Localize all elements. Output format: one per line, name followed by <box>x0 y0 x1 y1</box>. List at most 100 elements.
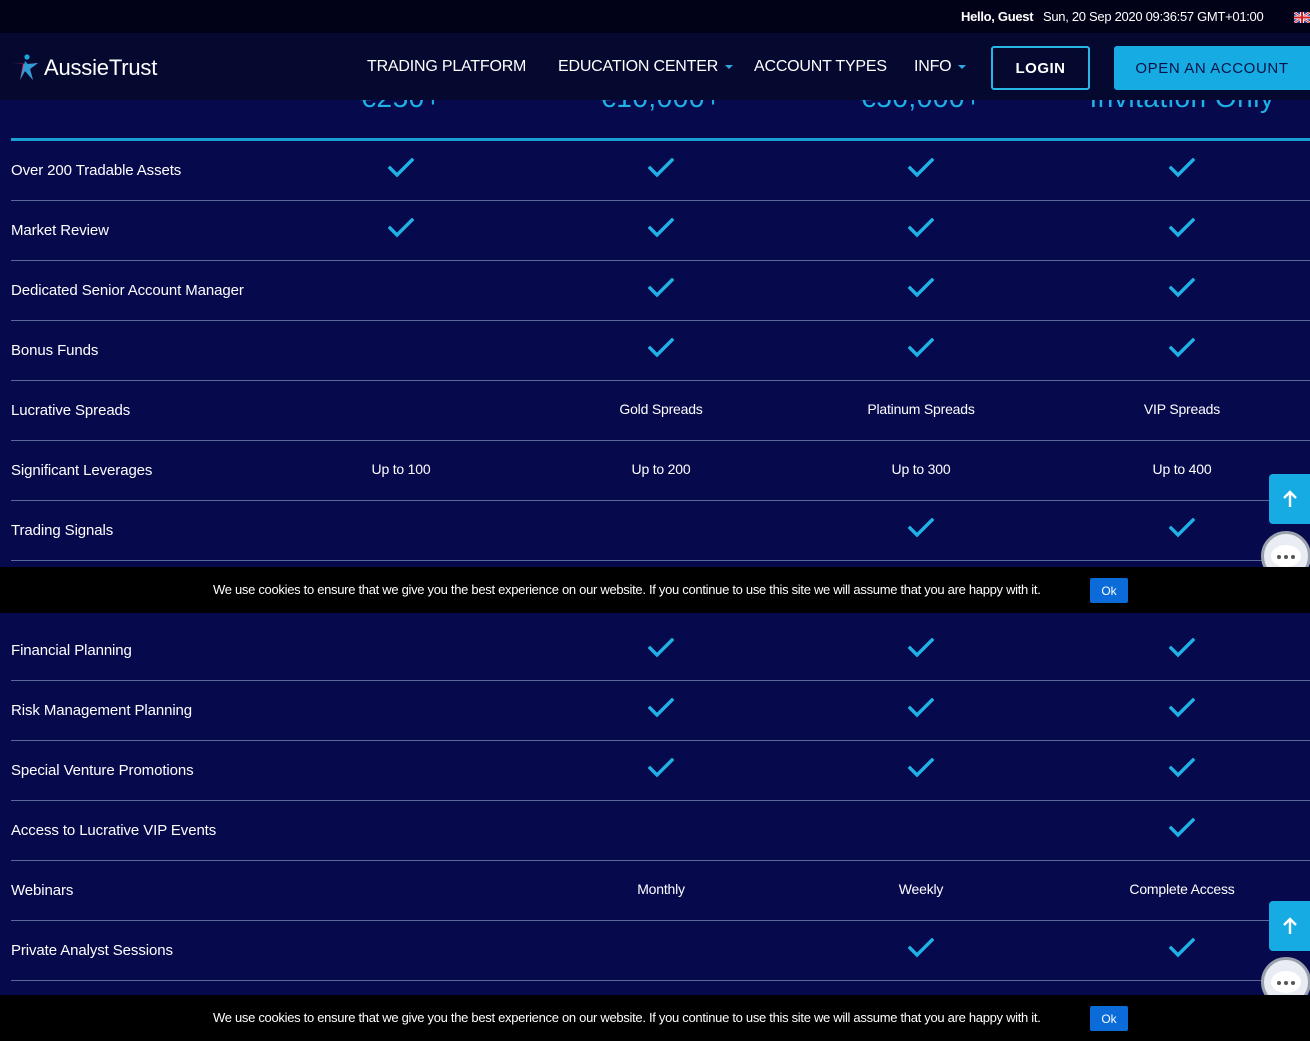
checkmark-icon <box>1169 277 1195 297</box>
nav-info-label: INFO <box>914 58 952 75</box>
cell-value: VIP Spreads <box>1143 401 1221 417</box>
feature-label: Private Analyst Sessions <box>11 942 173 959</box>
arrow-up-icon <box>1282 917 1297 934</box>
table-cell <box>271 321 531 380</box>
table-cell <box>531 741 791 800</box>
table-cell <box>531 261 791 320</box>
logo-text: AussieTrust <box>44 55 158 80</box>
table-cell: VIP Spreads <box>1052 381 1310 440</box>
table-cell <box>531 141 791 200</box>
checkmark-icon <box>908 757 934 777</box>
table-cell: Gold Spreads <box>531 381 791 440</box>
table-cell <box>791 321 1051 380</box>
table-cell <box>1052 621 1310 680</box>
table-cell <box>271 681 531 740</box>
table-row: Access to Lucrative VIP Events <box>11 801 1310 861</box>
table-cell <box>791 501 1051 560</box>
checkmark-icon <box>1169 157 1195 177</box>
table-cell <box>1052 741 1310 800</box>
table-cell <box>791 621 1051 680</box>
nav-account-types[interactable]: ACCOUNT TYPES <box>754 58 887 76</box>
table-row: Private Analyst Sessions <box>11 921 1310 981</box>
checkmark-icon <box>648 757 674 777</box>
checkmark-icon <box>1169 337 1195 357</box>
table-cell <box>791 141 1051 200</box>
feature-label: Webinars <box>11 882 74 899</box>
cookie-text: We use cookies to ensure that we give yo… <box>213 1010 1041 1025</box>
table-cell <box>271 201 531 260</box>
checkmark-icon <box>648 337 674 357</box>
checkmark-icon <box>1169 817 1195 837</box>
table-row: Bonus Funds <box>11 321 1310 381</box>
table-cell <box>531 621 791 680</box>
star-logo-icon <box>12 54 38 80</box>
checkmark-icon <box>908 637 934 657</box>
table-cell <box>791 201 1051 260</box>
table-cell <box>531 681 791 740</box>
table-cell: Up to 200 <box>531 441 791 500</box>
table-cell <box>1052 321 1310 380</box>
cell-value: Monthly <box>637 881 685 897</box>
chat-icon <box>1271 971 1301 993</box>
uk-flag-icon[interactable] <box>1294 12 1310 23</box>
site-header: AussieTrust TRADING PLATFORM EDUCATION C… <box>0 33 1310 100</box>
feature-label: Financial Planning <box>11 642 132 659</box>
table-cell <box>791 741 1051 800</box>
table-cell <box>1052 201 1310 260</box>
checkmark-icon <box>648 697 674 717</box>
table-row: Risk Management Planning <box>11 681 1310 741</box>
cookie-banner: We use cookies to ensure that we give yo… <box>0 567 1310 613</box>
table-cell: Weekly <box>791 861 1051 920</box>
cell-value: Platinum Spreads <box>867 401 975 417</box>
table-cell <box>271 921 531 980</box>
table-row: Market Review <box>11 201 1310 261</box>
cell-value: Up to 300 <box>891 461 951 477</box>
table-cell <box>271 621 531 680</box>
table-cell: Up to 300 <box>791 441 1051 500</box>
table-cell <box>271 261 531 320</box>
chat-icon <box>1271 545 1301 567</box>
table-row: Special Venture Promotions <box>11 741 1310 801</box>
table-cell <box>531 501 791 560</box>
cell-value: Up to 100 <box>371 461 431 477</box>
table-cell <box>1052 801 1310 860</box>
chevron-down-icon <box>958 64 967 69</box>
feature-label: Dedicated Senior Account Manager <box>11 282 244 299</box>
table-cell <box>531 201 791 260</box>
cell-value: Up to 200 <box>631 461 691 477</box>
checkmark-icon <box>908 697 934 717</box>
cookie-text: We use cookies to ensure that we give yo… <box>213 582 1041 597</box>
table-cell <box>791 261 1051 320</box>
table-cell <box>1052 261 1310 320</box>
table-cell: Platinum Spreads <box>791 381 1051 440</box>
feature-label: Significant Leverages <box>11 462 153 479</box>
checkmark-icon <box>908 517 934 537</box>
nav-info[interactable]: INFO <box>914 58 967 76</box>
table-cell <box>271 381 531 440</box>
feature-label: Special Venture Promotions <box>11 762 194 779</box>
logo[interactable]: AussieTrust <box>10 53 157 83</box>
nav-trading-platform[interactable]: TRADING PLATFORM <box>367 58 526 76</box>
arrow-up-icon <box>1282 490 1297 507</box>
cookie-ok-button[interactable]: Ok <box>1090 1006 1128 1031</box>
table-cell <box>271 801 531 860</box>
checkmark-icon <box>908 277 934 297</box>
table-row: Dedicated Senior Account Manager <box>11 261 1310 321</box>
table-cell <box>271 861 531 920</box>
open-account-button[interactable]: OPEN AN ACCOUNT <box>1114 46 1310 90</box>
table-cell <box>791 921 1051 980</box>
feature-label: Over 200 Tradable Assets <box>11 162 182 179</box>
cookie-ok-button[interactable]: Ok <box>1090 578 1128 603</box>
checkmark-icon <box>648 157 674 177</box>
nav-education-center[interactable]: EDUCATION CENTER <box>558 58 734 76</box>
checkmark-icon <box>1169 517 1195 537</box>
checkmark-icon <box>908 157 934 177</box>
table-cell: Up to 100 <box>271 441 531 500</box>
top-bar: Hello, Guest Sun, 20 Sep 2020 09:36:57 G… <box>0 0 1310 33</box>
table-cell <box>531 321 791 380</box>
cell-value: Complete Access <box>1129 881 1235 897</box>
scroll-top-button[interactable] <box>1269 474 1310 524</box>
checkmark-icon <box>388 217 414 237</box>
login-button[interactable]: LOGIN <box>991 46 1090 90</box>
scroll-top-button[interactable] <box>1269 901 1310 951</box>
